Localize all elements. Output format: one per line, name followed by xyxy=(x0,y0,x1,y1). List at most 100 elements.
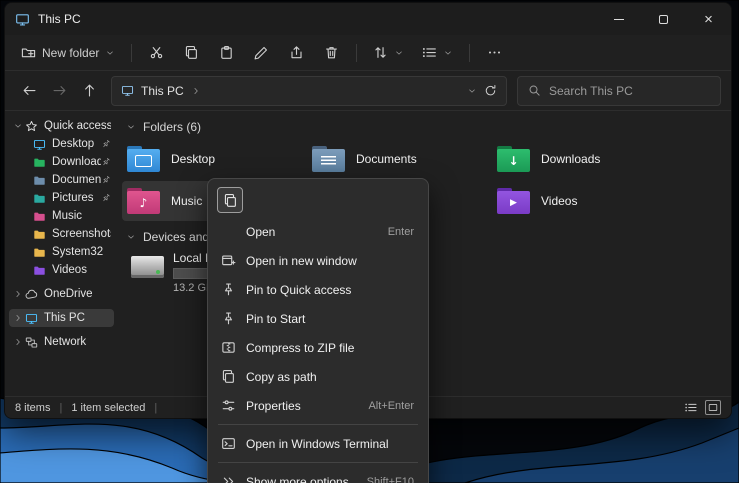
status-divider: | xyxy=(154,402,157,414)
sidebar-item-label: Music xyxy=(52,210,111,222)
menu-item-open[interactable]: Open Enter xyxy=(212,217,424,246)
cut-button[interactable] xyxy=(140,38,173,68)
refresh-icon[interactable] xyxy=(484,84,497,97)
sidebar-item-videos[interactable]: Videos xyxy=(9,261,114,279)
toolbar-divider xyxy=(356,44,357,62)
window-controls: × xyxy=(596,3,731,35)
menu-item-open-in-new-window[interactable]: Open in new window xyxy=(212,246,424,275)
monitor-icon xyxy=(25,312,38,325)
sidebar-item-quick-access[interactable]: Quick access xyxy=(9,117,114,135)
back-button[interactable] xyxy=(15,77,43,105)
more-icon xyxy=(487,45,502,60)
sidebar-item-desktop[interactable]: Desktop xyxy=(9,135,114,153)
folder-name: Downloads xyxy=(541,152,600,166)
folder-tile-documents[interactable]: Documents xyxy=(307,139,491,179)
sidebar-item-label: Videos xyxy=(52,264,111,276)
sidebar-item-system32[interactable]: System32 xyxy=(9,243,114,261)
pin-icon xyxy=(221,282,236,297)
more-options-button[interactable] xyxy=(478,38,511,68)
folder-icon xyxy=(33,246,46,259)
view-button[interactable] xyxy=(414,38,461,68)
menu-item-copy-as-path[interactable]: Copy as path xyxy=(212,362,424,391)
star-icon xyxy=(25,120,38,133)
delete-icon xyxy=(324,45,339,60)
forward-button[interactable] xyxy=(45,77,73,105)
menu-item-label: Show more options xyxy=(246,475,357,483)
new-folder-label: New folder xyxy=(42,46,99,60)
window-title: This PC xyxy=(38,12,81,26)
chevron-down-icon[interactable] xyxy=(467,86,477,96)
terminal-icon xyxy=(221,436,236,451)
thumbnail-view-icon[interactable] xyxy=(705,400,721,415)
sidebar-item-screenshots[interactable]: Screenshots xyxy=(9,225,114,243)
chevron-right-icon xyxy=(13,313,23,323)
sidebar-item-pictures[interactable]: Pictures xyxy=(9,189,114,207)
menu-item-open-in-windows-terminal[interactable]: Open in Windows Terminal xyxy=(212,429,424,458)
menu-item-label: Pin to Start xyxy=(246,312,414,326)
close-button[interactable]: × xyxy=(686,3,731,35)
sidebar-item-this-pc[interactable]: This PC xyxy=(9,309,114,327)
folder-tile-videos[interactable]: ▶ Videos xyxy=(492,181,676,221)
sidebar-item-label: System32 xyxy=(52,246,111,258)
sort-button[interactable] xyxy=(365,38,412,68)
no-icon xyxy=(221,224,236,239)
cloud-icon xyxy=(25,288,38,301)
rename-icon xyxy=(254,45,269,60)
details-view-icon[interactable] xyxy=(683,400,699,415)
menu-item-label: Compress to ZIP file xyxy=(246,341,414,355)
menu-item-pin-to-start[interactable]: Pin to Start xyxy=(212,304,424,333)
folder-tile-desktop[interactable]: Desktop xyxy=(122,139,306,179)
menu-item-label: Copy as path xyxy=(246,370,414,384)
folder-icon xyxy=(127,146,160,172)
sidebar-item-network[interactable]: Network xyxy=(9,333,114,351)
folders-section-header[interactable]: Folders (6) xyxy=(122,117,731,137)
chevron-right-icon xyxy=(191,86,201,96)
forward-icon xyxy=(52,83,67,98)
toolbar-divider xyxy=(131,44,132,62)
share-button[interactable] xyxy=(280,38,313,68)
pin-icon xyxy=(99,155,113,169)
search-placeholder: Search This PC xyxy=(549,84,633,98)
sidebar-item-downloads[interactable]: Downloads xyxy=(9,153,114,171)
minimize-button[interactable] xyxy=(596,3,641,35)
context-menu-quick-actions xyxy=(212,183,424,217)
address-location[interactable]: This PC xyxy=(141,84,184,98)
sidebar-item-music[interactable]: Music xyxy=(9,207,114,225)
up-button[interactable] xyxy=(75,77,103,105)
pin-icon xyxy=(99,173,113,187)
menu-item-compress-to-zip-file[interactable]: Compress to ZIP file xyxy=(212,333,424,362)
delete-button[interactable] xyxy=(315,38,348,68)
copy-button[interactable] xyxy=(175,38,208,68)
menu-item-shortcut: Shift+F10 xyxy=(367,476,414,483)
sidebar-item-onedrive[interactable]: OneDrive xyxy=(9,285,114,303)
address-bar[interactable]: This PC xyxy=(111,76,507,106)
menu-item-label: Open in new window xyxy=(246,254,414,268)
sidebar: Quick access Desktop Downloads Documents… xyxy=(5,111,118,396)
search-input[interactable]: Search This PC xyxy=(517,76,721,106)
sidebar-item-documents[interactable]: Documents xyxy=(9,171,114,189)
menu-item-label: Open xyxy=(246,225,378,239)
rename-button[interactable] xyxy=(245,38,278,68)
maximize-button[interactable] xyxy=(641,3,686,35)
menu-item-label: Pin to Quick access xyxy=(246,283,414,297)
item-count: 8 items xyxy=(15,402,50,414)
sidebar-item-label: OneDrive xyxy=(44,288,111,300)
new-folder-button[interactable]: New folder xyxy=(13,38,123,68)
sidebar-item-label: Quick access xyxy=(44,120,111,132)
copy-button[interactable] xyxy=(217,187,243,213)
sidebar-item-label: Downloads xyxy=(52,156,101,168)
folder-tile-downloads[interactable]: ↓ Downloads xyxy=(492,139,676,179)
selected-count: 1 item selected xyxy=(71,402,145,414)
status-view-toggles xyxy=(683,400,721,415)
folder-icon xyxy=(33,192,46,205)
menu-item-properties[interactable]: Properties Alt+Enter xyxy=(212,391,424,420)
window-plus-icon xyxy=(221,253,236,268)
pin-icon xyxy=(221,311,236,326)
paste-button[interactable] xyxy=(210,38,243,68)
menu-item-show-more-options[interactable]: Show more options Shift+F10 xyxy=(212,467,424,483)
view-icon xyxy=(422,45,437,60)
folder-name: Desktop xyxy=(171,152,215,166)
chevron-down-icon xyxy=(13,121,23,131)
sidebar-item-label: Pictures xyxy=(52,192,101,204)
menu-item-pin-to-quick-access[interactable]: Pin to Quick access xyxy=(212,275,424,304)
